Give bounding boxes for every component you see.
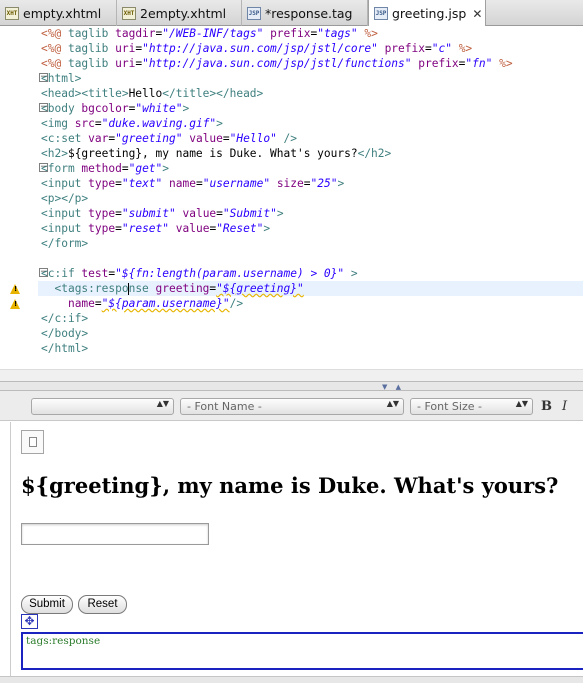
code-line: <head><title>Hello</title></head> xyxy=(41,87,264,100)
sash-toggle-arrows[interactable]: ▼ ▲ xyxy=(382,383,404,391)
code-line: <input type="text" name="username" size=… xyxy=(41,177,345,190)
tab-label: 2empty.xhtml xyxy=(140,5,227,21)
code-line: <form method="get"> xyxy=(41,162,170,175)
greeting-heading: ${greeting}, my name is Duke. What's you… xyxy=(21,473,559,498)
reset-button[interactable]: Reset xyxy=(78,595,127,614)
xhtml-file-icon: XHT xyxy=(122,6,136,20)
code-line: <body bgcolor="white"> xyxy=(41,102,190,115)
tag-file-icon: JSP xyxy=(247,6,261,20)
bold-button[interactable]: B xyxy=(541,399,552,414)
tag-label: tags:response xyxy=(26,635,101,647)
tags-response-box[interactable]: tags:response xyxy=(21,632,583,670)
tab-2empty-xhtml[interactable]: XHT 2empty.xhtml xyxy=(117,0,242,26)
tab-label: greeting.jsp xyxy=(392,6,467,21)
move-handle-icon[interactable]: ✥ xyxy=(21,614,38,629)
overview-ruler xyxy=(0,26,10,369)
bottom-border xyxy=(0,676,583,683)
code-line: <h2>${greeting}, my name is Duke. What's… xyxy=(41,147,392,160)
code-line: </form> xyxy=(41,237,89,250)
code-line: <input type="submit" value="Submit"> xyxy=(41,207,284,220)
code-line: <%@ taglib uri="http://java.sun.com/jsp/… xyxy=(41,57,513,70)
tab-greeting-jsp[interactable]: JSP greeting.jsp ✕ xyxy=(368,0,486,27)
code-line: <c:if test="${fn:length(param.username) … xyxy=(41,267,358,280)
code-line: <c:set var="greeting" value="Hello" /> xyxy=(41,132,298,145)
stepper-icon: ▲▼ xyxy=(515,399,528,408)
code-line: </body> xyxy=(41,327,89,340)
editor-horizontal-scrollbar[interactable] xyxy=(0,369,583,381)
design-preview: ${greeting}, my name is Duke. What's you… xyxy=(10,422,583,683)
tab-label: *response.tag xyxy=(265,5,353,21)
code-line: <%@ taglib uri="http://java.sun.com/jsp/… xyxy=(41,42,473,55)
warning-icon[interactable]: ! xyxy=(10,299,20,309)
code-line: <p></p> xyxy=(41,192,89,205)
warning-icon[interactable]: ! xyxy=(10,284,20,294)
editor-tab-bar: XHT empty.xhtml XHT 2empty.xhtml JSP *re… xyxy=(0,0,583,27)
font-name-select[interactable]: - Font Name - ▲▼ xyxy=(180,398,404,415)
code-line: </html> xyxy=(41,342,89,355)
code-lines: <%@ taglib tagdir="/WEB-INF/tags" prefix… xyxy=(38,26,583,356)
source-editor[interactable]: − − − − ! ! <%@ taglib tagdir="/WEB-INF/… xyxy=(0,26,583,369)
format-toolbar: ▲▼ - Font Name - ▲▼ - Font Size - ▲▼ B I xyxy=(0,391,583,421)
code-line: <html> xyxy=(41,72,82,85)
italic-button[interactable]: I xyxy=(562,399,567,414)
code-line: <img src="duke.waving.gif"> xyxy=(41,117,223,130)
code-line: name="${param.username}"/> xyxy=(67,297,244,310)
tab-empty-xhtml[interactable]: XHT empty.xhtml xyxy=(0,0,117,26)
xhtml-file-icon: XHT xyxy=(5,6,19,20)
username-input[interactable] xyxy=(21,523,209,545)
submit-button[interactable]: Submit xyxy=(21,595,73,614)
code-line: <%@ taglib tagdir="/WEB-INF/tags" prefix… xyxy=(41,27,378,40)
broken-image-icon[interactable] xyxy=(21,430,44,454)
jsp-file-icon: JSP xyxy=(374,7,388,20)
editor-gutter: − − − − ! ! xyxy=(10,26,48,369)
stepper-icon: ▲▼ xyxy=(386,399,399,408)
tab-response-tag[interactable]: JSP *response.tag xyxy=(242,0,368,26)
stepper-icon: ▲▼ xyxy=(156,399,169,408)
code-line: </c:if> xyxy=(41,312,89,325)
paragraph-style-select[interactable]: ▲▼ xyxy=(31,398,174,415)
font-size-select[interactable]: - Font Size - ▲▼ xyxy=(410,398,533,415)
tab-label: empty.xhtml xyxy=(23,5,102,21)
code-line: <input type="reset" value="Reset"> xyxy=(41,222,271,235)
close-tab-icon[interactable]: ✕ xyxy=(472,7,482,21)
code-line-current: <tags:response greeting="${greeting}" xyxy=(38,281,583,296)
split-sash[interactable]: ▼ ▲ xyxy=(0,381,583,391)
